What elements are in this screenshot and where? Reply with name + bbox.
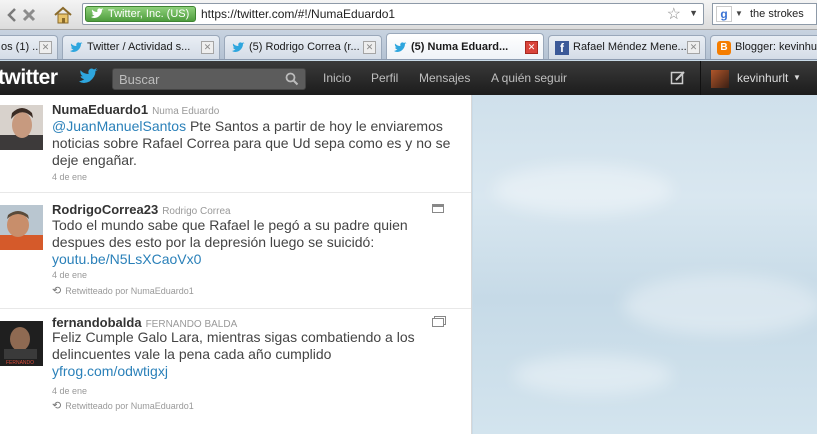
tab-2[interactable]: (5) Rodrigo Correa (r... ✕ <box>224 35 382 59</box>
site-identity-badge[interactable]: Twitter, Inc. (US) <box>85 6 197 22</box>
tweet-link[interactable]: youtu.be/N5LsXCaoVx0 <box>52 251 201 267</box>
retweet-info: ⟲ Retwitteado por NumaEduardo1 <box>52 284 194 297</box>
tab-1[interactable]: Twitter / Actividad s... ✕ <box>62 35 220 59</box>
tweet[interactable]: FERNANDO fernandobalda FERNANDO BALDA Fel… <box>0 309 471 434</box>
avatar[interactable]: FERNANDO <box>0 321 43 366</box>
site-identity-text: Twitter, Inc. (US) <box>108 8 190 20</box>
close-icon[interactable]: ✕ <box>687 41 700 54</box>
tab-label: Blogger: kevinhu <box>735 41 817 53</box>
twitter-topbar: twitter Inicio Perfil Mensajes A quién s… <box>0 61 817 95</box>
media-preview-icon[interactable] <box>432 204 444 213</box>
fullname[interactable]: Numa Eduardo <box>152 106 219 117</box>
close-icon[interactable]: ✕ <box>39 41 52 54</box>
background-pane <box>473 95 817 434</box>
twitter-bird-icon <box>91 8 104 18</box>
retweet-info: ⟲ Retwitteado por NumaEduardo1 <box>52 399 194 412</box>
retweeted-by[interactable]: Retwitteado por NumaEduardo1 <box>65 401 194 411</box>
photo-preview-icon[interactable] <box>432 318 444 327</box>
stop-icon[interactable] <box>18 4 40 26</box>
avatar[interactable] <box>0 205 43 250</box>
retweet-icon: ⟲ <box>52 285 62 297</box>
tweet-body: Feliz Cumple Galo Lara, mientras sigas c… <box>52 329 415 362</box>
tab-label: Rafael Méndez Mene... <box>573 41 687 53</box>
twitter-logo-bird-icon[interactable] <box>77 68 99 86</box>
avatar <box>711 70 729 88</box>
close-icon[interactable]: ✕ <box>363 41 376 54</box>
mention-link[interactable]: @JuanManuelSantos <box>52 118 186 134</box>
tweet-date[interactable]: 4 de ene <box>52 270 87 280</box>
username[interactable]: NumaEduardo1 <box>52 102 148 117</box>
nav-who-to-follow[interactable]: A quién seguir <box>491 71 567 85</box>
address-bar[interactable]: Twitter, Inc. (US) https://twitter.com/#… <box>82 3 704 25</box>
twitter-logo[interactable]: twitter <box>0 66 58 90</box>
nav-messages[interactable]: Mensajes <box>419 71 470 85</box>
tweet[interactable]: NumaEduardo1 Numa Eduardo @JuanManuelSant… <box>0 95 471 193</box>
search-icon[interactable] <box>285 72 299 86</box>
tweet-text: @JuanManuelSantos Pte Santos a partir de… <box>52 118 456 169</box>
chevron-down-icon: ▼ <box>793 73 801 82</box>
home-icon[interactable] <box>52 4 74 26</box>
username[interactable]: RodrigoCorrea23 <box>52 202 158 217</box>
tweet-username[interactable]: NumaEduardo1 Numa Eduardo <box>52 102 219 117</box>
tweet-text: Todo el mundo sabe que Rafael le pegó a … <box>52 217 456 268</box>
fullname[interactable]: Rodrigo Correa <box>162 206 230 217</box>
tweet-username[interactable]: fernandobalda FERNANDO BALDA <box>52 315 237 330</box>
twitter-search-input[interactable] <box>119 72 279 87</box>
tweet-link[interactable]: yfrog.com/odwtigxj <box>52 363 168 379</box>
tab-label: (5) Rodrigo Correa (r... <box>249 41 360 53</box>
tab-label: (5) Numa Eduard... <box>411 41 509 53</box>
url-dropdown-icon[interactable]: ▼ <box>689 8 698 18</box>
nav-profile[interactable]: Perfil <box>371 71 398 85</box>
bookmark-star-icon[interactable]: ☆ <box>667 4 681 24</box>
tweet[interactable]: RodrigoCorrea23 Rodrigo Correa Todo el mu… <box>0 193 471 309</box>
search-engine-dropdown-icon[interactable]: ▼ <box>735 9 743 18</box>
tab-3-active[interactable]: (5) Numa Eduard... ✕ <box>386 33 544 59</box>
tab-label: os (1) ... <box>1 41 42 53</box>
url-text[interactable]: https://twitter.com/#!/NumaEduardo1 <box>201 7 395 21</box>
tweet-body: Todo el mundo sabe que Rafael le pegó a … <box>52 217 408 250</box>
close-icon[interactable]: ✕ <box>525 41 538 54</box>
cloud-shape <box>493 165 673 215</box>
twitter-search[interactable] <box>112 68 306 90</box>
tweet-timeline: NumaEduardo1 Numa Eduardo @JuanManuelSant… <box>0 95 472 434</box>
retweet-icon: ⟲ <box>52 400 62 412</box>
avatar[interactable] <box>0 105 43 150</box>
compose-icon[interactable] <box>670 70 686 86</box>
tweet-text: Feliz Cumple Galo Lara, mientras sigas c… <box>52 329 456 380</box>
browser-search-box[interactable]: g ▼ the strokes <box>712 3 817 25</box>
user-name: kevinhurlt <box>737 71 789 85</box>
cloud-shape <box>623 275 817 335</box>
tweet-username[interactable]: RodrigoCorrea23 Rodrigo Correa <box>52 202 231 217</box>
tweet-date[interactable]: 4 de ene <box>52 172 87 182</box>
tab-label: Twitter / Actividad s... <box>87 41 191 53</box>
google-icon[interactable]: g <box>716 6 732 22</box>
avatar-caption: FERNANDO <box>6 360 34 366</box>
nav-home[interactable]: Inicio <box>323 71 351 85</box>
tweet-date[interactable]: 4 de ene <box>52 386 87 396</box>
blogger-icon: B <box>717 41 731 55</box>
cloud-shape <box>513 355 673 395</box>
tab-strip: os (1) ... ✕ Twitter / Actividad s... ✕ … <box>0 30 817 60</box>
twitter-bird-icon <box>231 41 245 55</box>
tab-0[interactable]: os (1) ... ✕ <box>0 35 58 59</box>
user-menu[interactable]: kevinhurlt ▼ <box>700 61 817 95</box>
twitter-bird-icon <box>69 41 83 55</box>
close-icon[interactable]: ✕ <box>201 41 214 54</box>
search-query[interactable]: the strokes <box>750 8 804 20</box>
browser-navbar: Twitter, Inc. (US) https://twitter.com/#… <box>0 0 817 30</box>
username[interactable]: fernandobalda <box>52 315 142 330</box>
tab-5[interactable]: B Blogger: kevinhu <box>710 35 817 59</box>
twitter-bird-icon <box>393 41 407 55</box>
retweeted-by[interactable]: Retwitteado por NumaEduardo1 <box>65 286 194 296</box>
tab-4[interactable]: f Rafael Méndez Mene... ✕ <box>548 35 706 59</box>
facebook-icon: f <box>555 41 569 55</box>
